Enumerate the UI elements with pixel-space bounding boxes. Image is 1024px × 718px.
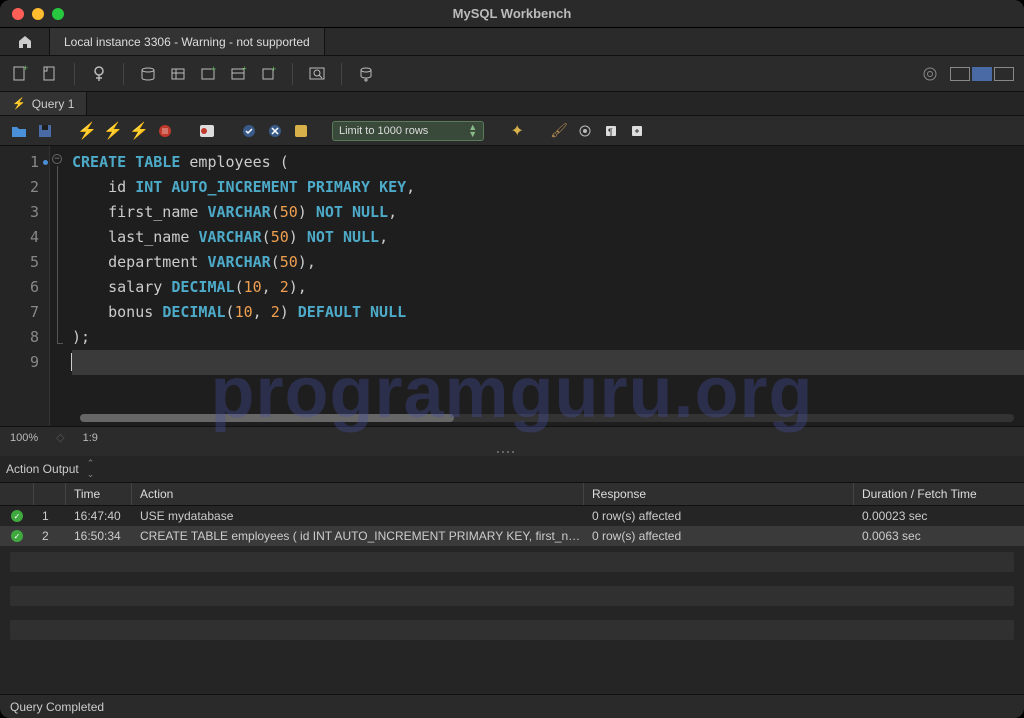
svg-text:¶: ¶: [608, 127, 613, 137]
svg-text:+: +: [23, 65, 28, 73]
execute-button[interactable]: ⚡: [78, 122, 96, 140]
reconnect-button[interactable]: [356, 64, 376, 84]
cursor-position: 1:9: [83, 432, 98, 444]
wrap-button[interactable]: ¶: [602, 122, 620, 140]
save-file-button[interactable]: [36, 122, 54, 140]
connection-tabs: Local instance 3306 - Warning - not supp…: [0, 28, 1024, 56]
connection-tab[interactable]: Local instance 3306 - Warning - not supp…: [50, 28, 325, 55]
open-file-button[interactable]: [10, 122, 28, 140]
fold-column: −: [50, 146, 68, 426]
output-empty-area: [0, 546, 1024, 694]
scrollbar-thumb[interactable]: [80, 414, 454, 422]
toggle-left-panel-button[interactable]: [950, 67, 970, 81]
db-tool-2-icon[interactable]: [168, 64, 188, 84]
status-bar: Query Completed: [0, 694, 1024, 718]
svg-text:+: +: [271, 65, 276, 74]
fold-toggle-icon[interactable]: −: [52, 154, 62, 164]
toggle-limit-button[interactable]: [292, 122, 310, 140]
db-tool-5-icon[interactable]: +: [258, 64, 278, 84]
home-tab[interactable]: [0, 28, 50, 55]
sql-editor[interactable]: 123456789 − CREATE TABLE employees ( id …: [0, 146, 1024, 426]
dropdown-arrows-icon: ▲▼: [468, 124, 477, 138]
toggle-bottom-panel-button[interactable]: [972, 67, 992, 81]
toggle-autocommit-button[interactable]: [198, 122, 216, 140]
toggle-right-panel-button[interactable]: [994, 67, 1014, 81]
col-response-header[interactable]: Response: [584, 483, 854, 505]
panel-splitter[interactable]: [0, 448, 1024, 456]
output-panel: Action Output ⌃⌄ Time Action Response Du…: [0, 456, 1024, 694]
invisible-chars-button[interactable]: [576, 122, 594, 140]
code-area[interactable]: CREATE TABLE employees ( id INT AUTO_INC…: [68, 146, 1024, 426]
editor-status-bar: 100% ◇ 1:9: [0, 426, 1024, 448]
find-button[interactable]: 🖌: [550, 122, 568, 140]
col-action-header[interactable]: Action: [132, 483, 584, 505]
query-tab-label: Query 1: [32, 97, 75, 111]
status-text: Query Completed: [10, 700, 104, 714]
svg-text:+: +: [242, 65, 247, 73]
inspector-button[interactable]: [89, 64, 109, 84]
row-limit-label: Limit to 1000 rows: [339, 125, 428, 137]
lightning-icon: ⚡: [12, 97, 26, 110]
output-mode-select[interactable]: Action Output: [6, 462, 79, 476]
rollback-button[interactable]: [266, 122, 284, 140]
line-gutter: 123456789: [0, 146, 50, 426]
execute-current-button[interactable]: ⚡: [104, 122, 122, 140]
new-sql-tab-button[interactable]: +: [10, 64, 30, 84]
query-tab-1[interactable]: ⚡ Query 1: [0, 92, 87, 115]
db-tool-3-icon[interactable]: +: [198, 64, 218, 84]
connection-tab-label: Local instance 3306 - Warning - not supp…: [64, 35, 310, 49]
title-bar: MySQL Workbench: [0, 0, 1024, 28]
svg-text:+: +: [211, 65, 216, 74]
close-window-button[interactable]: [12, 8, 24, 20]
beautify-button[interactable]: ✦: [508, 122, 526, 140]
output-columns-header: Time Action Response Duration / Fetch Ti…: [0, 482, 1024, 506]
dropdown-caret-icon: ⌃⌄: [87, 458, 95, 480]
success-icon: [11, 510, 23, 522]
panel-toggle-group: [950, 67, 1014, 81]
stop-button[interactable]: [156, 122, 174, 140]
db-tool-4-icon[interactable]: +: [228, 64, 248, 84]
row-limit-select[interactable]: Limit to 1000 rows ▲▼: [332, 121, 484, 141]
explain-button[interactable]: ⚡: [130, 122, 148, 140]
app-title: MySQL Workbench: [0, 6, 1024, 21]
db-tool-1-icon[interactable]: [138, 64, 158, 84]
horizontal-scrollbar[interactable]: [80, 414, 1014, 422]
col-duration-header[interactable]: Duration / Fetch Time: [854, 483, 1024, 505]
settings-gear-icon[interactable]: [920, 64, 940, 84]
zoom-level[interactable]: 100%: [10, 432, 38, 444]
col-time-header[interactable]: Time: [66, 483, 132, 505]
output-row[interactable]: 116:47:40USE mydatabase0 row(s) affected…: [0, 506, 1024, 526]
snippets-button[interactable]: [628, 122, 646, 140]
minimize-window-button[interactable]: [32, 8, 44, 20]
search-table-button[interactable]: [307, 64, 327, 84]
zoom-stepper-icon[interactable]: ◇: [56, 431, 64, 444]
main-toolbar: + + + +: [0, 56, 1024, 92]
home-icon: [17, 34, 33, 50]
query-tabs: ⚡ Query 1: [0, 92, 1024, 116]
editor-toolbar: ⚡ ⚡ ⚡ Limit to 1000 rows ▲▼ ✦ 🖌 ¶: [0, 116, 1024, 146]
commit-button[interactable]: [240, 122, 258, 140]
zoom-window-button[interactable]: [52, 8, 64, 20]
success-icon: [11, 530, 23, 542]
output-row[interactable]: 216:50:34CREATE TABLE employees ( id INT…: [0, 526, 1024, 546]
open-sql-script-button[interactable]: [40, 64, 60, 84]
